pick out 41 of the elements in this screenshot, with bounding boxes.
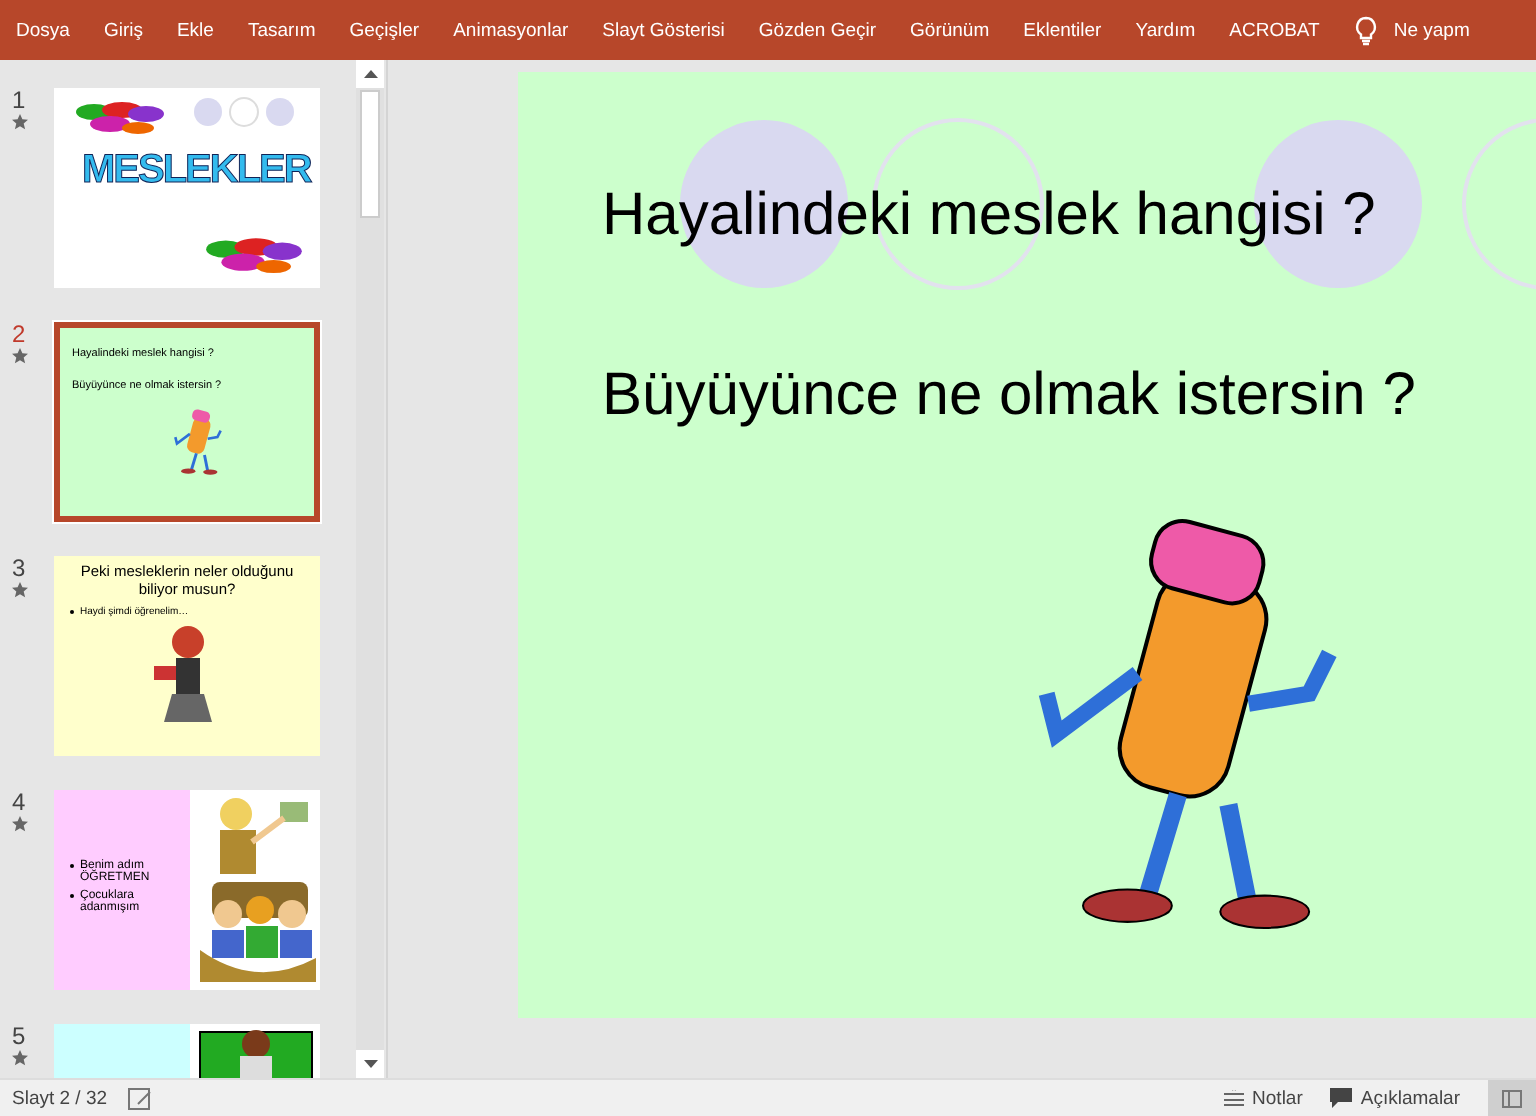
scroll-up-button[interactable]	[356, 60, 384, 88]
slide-text: Hayalindeki meslek hangisi ?	[602, 182, 1378, 250]
pencil-drawing	[172, 408, 224, 476]
slide-number: 3	[12, 556, 26, 582]
wordart-title: MESLEKLER	[82, 148, 311, 194]
scroll-down-button[interactable]	[356, 1050, 384, 1078]
normal-view-button[interactable]	[1488, 1080, 1536, 1116]
ribbon-tab[interactable]: Ekle	[176, 19, 214, 41]
comments-button[interactable]: Açıklamalar	[1330, 1087, 1460, 1109]
slide-number: 2	[12, 322, 26, 348]
ribbon-tab[interactable]: Görünüm	[910, 19, 990, 41]
star-icon	[12, 1050, 28, 1066]
lightbulb-icon	[1353, 15, 1378, 45]
star-icon	[12, 114, 28, 130]
scrollbar-thumb[interactable]	[360, 90, 380, 218]
ribbon-tab[interactable]: Dosya	[16, 19, 70, 41]
ribbon-tab[interactable]: Gözden Geçir	[758, 19, 877, 41]
ribbon-tab[interactable]: Eklentiler	[1023, 19, 1102, 41]
ribbon-tab[interactable]: Giriş	[103, 19, 143, 41]
slide-number: 5	[12, 1024, 26, 1050]
ribbon-tab[interactable]: Yardım	[1135, 19, 1196, 41]
normal-view-icon	[1502, 1089, 1522, 1107]
slide-counter: Slayt 2 / 32	[12, 1087, 108, 1109]
slide-number: 1	[12, 88, 26, 114]
notes-icon	[1224, 1090, 1245, 1106]
star-icon	[12, 582, 28, 598]
star-icon	[12, 348, 28, 364]
ribbon-tab[interactable]: ACROBAT	[1229, 19, 1320, 41]
caret-down-icon	[363, 1060, 377, 1068]
ribbon-tab[interactable]: Tasarım	[247, 19, 316, 41]
caret-up-icon	[363, 70, 377, 78]
star-icon	[12, 816, 28, 832]
comment-icon	[1330, 1088, 1353, 1108]
notes-button[interactable]: Notlar	[1224, 1087, 1303, 1109]
slide-text: Büyüyünce ne olmak istersin ?	[602, 362, 1418, 430]
tell-me-field[interactable]: Ne yapm	[1393, 19, 1470, 41]
circles-drawing	[192, 96, 296, 128]
ribbon-tab[interactable]: Slayt Gösterisi	[602, 19, 725, 41]
slide-number: 4	[12, 790, 26, 816]
ribbon-tab[interactable]: Animasyonlar	[453, 19, 569, 41]
ribbon-tab[interactable]: Geçişler	[349, 19, 420, 41]
